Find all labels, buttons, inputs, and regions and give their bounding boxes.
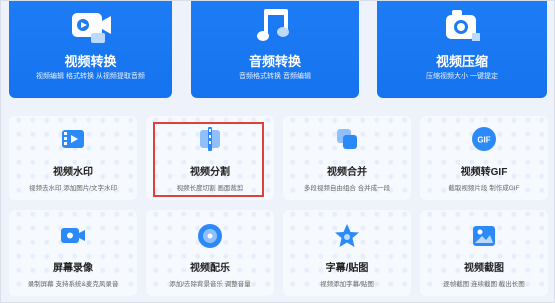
video-compress-icon [446,10,480,41]
tool-subtitle-sticker[interactable]: 字幕/贴图 视频添加字幕/贴图 [283,210,411,296]
tool-title: 字幕/贴图 [325,263,369,274]
tool-title: 视频分割 [190,167,230,178]
tool-title: 视频合并 [327,167,367,178]
tool-subtitle: 录制屏幕 支持系统&麦克风录音 [27,281,119,288]
tool-subtitle: 截取视频片段 制作成GIF [448,185,520,192]
tool-title: 视频配乐 [190,263,230,274]
tool-subtitle: 逐帧截图 连续截图 截出长图 [443,281,525,288]
video-convert-icon [71,13,111,43]
tool-video-merge[interactable]: 视频合并 多段视频自由组合 合并成一段 [283,116,411,200]
tool-title: 视频截图 [464,263,504,274]
card-title: 音频转换 [248,54,301,69]
tool-subtitle: 多段视频自由组合 合并成一段 [303,185,391,192]
card-subtitle: 音频格式转换 音频编辑 [239,73,311,80]
video-compress-card[interactable]: 视频压缩 压缩视频大小 一键提定 [377,1,547,98]
film-watermark-icon [62,130,84,148]
tool-subtitle: 视频长度切割 画面裁剪 [176,185,244,192]
tool-subtitle: 视频添加字幕/贴图 [320,281,374,288]
tool-title: 屏幕录像 [53,263,93,274]
tool-video-split[interactable]: 视频分割 视频长度切割 画面裁剪 [146,116,274,200]
tool-video-to-gif[interactable]: GIF 视频转GIF 截取视频片段 制作成GIF [420,116,548,200]
gif-icon: GIF [472,127,496,151]
screen-record-icon [61,228,85,243]
video-merge-icon [337,129,357,149]
music-note-icon [257,9,289,41]
tool-video-music[interactable]: 视频配乐 添加/去除背景音乐 调整音量 [146,210,274,296]
tool-screen-record[interactable]: 屏幕录像 录制屏幕 支持系统&麦克风录音 [9,210,137,296]
star-sticker-icon [335,224,359,247]
card-title: 视频压缩 [435,54,488,69]
tool-subtitle: 视频去水印 添加图片/文字水印 [28,185,118,192]
tool-video-screenshot[interactable]: 视频截图 逐帧截图 连续截图 截出长图 [420,210,548,296]
tool-panel: 视频转换 视频编辑 格式转换 从视频提取音频 音频转换 音频格式转换 音频编辑 … [0,0,555,303]
tool-title: 视频水印 [53,167,93,178]
card-subtitle: 压缩视频大小 一键提定 [426,73,498,80]
card-subtitle: 视频编辑 格式转换 从视频提取音频 [36,73,145,80]
video-convert-card[interactable]: 视频转换 视频编辑 格式转换 从视频提取音频 [9,1,172,98]
svg-text:GIF: GIF [477,136,490,145]
audio-convert-card[interactable]: 音频转换 音频格式转换 音频编辑 [191,1,359,98]
tool-video-watermark[interactable]: 视频水印 视频去水印 添加图片/文字水印 [9,116,137,200]
tool-title: 视频转GIF [460,167,508,178]
music-disc-icon [198,224,222,248]
card-title: 视频转换 [64,54,117,69]
video-split-icon [200,127,220,151]
screenshot-icon [473,226,495,246]
tool-subtitle: 添加/去除背景音乐 调整音量 [169,281,251,288]
